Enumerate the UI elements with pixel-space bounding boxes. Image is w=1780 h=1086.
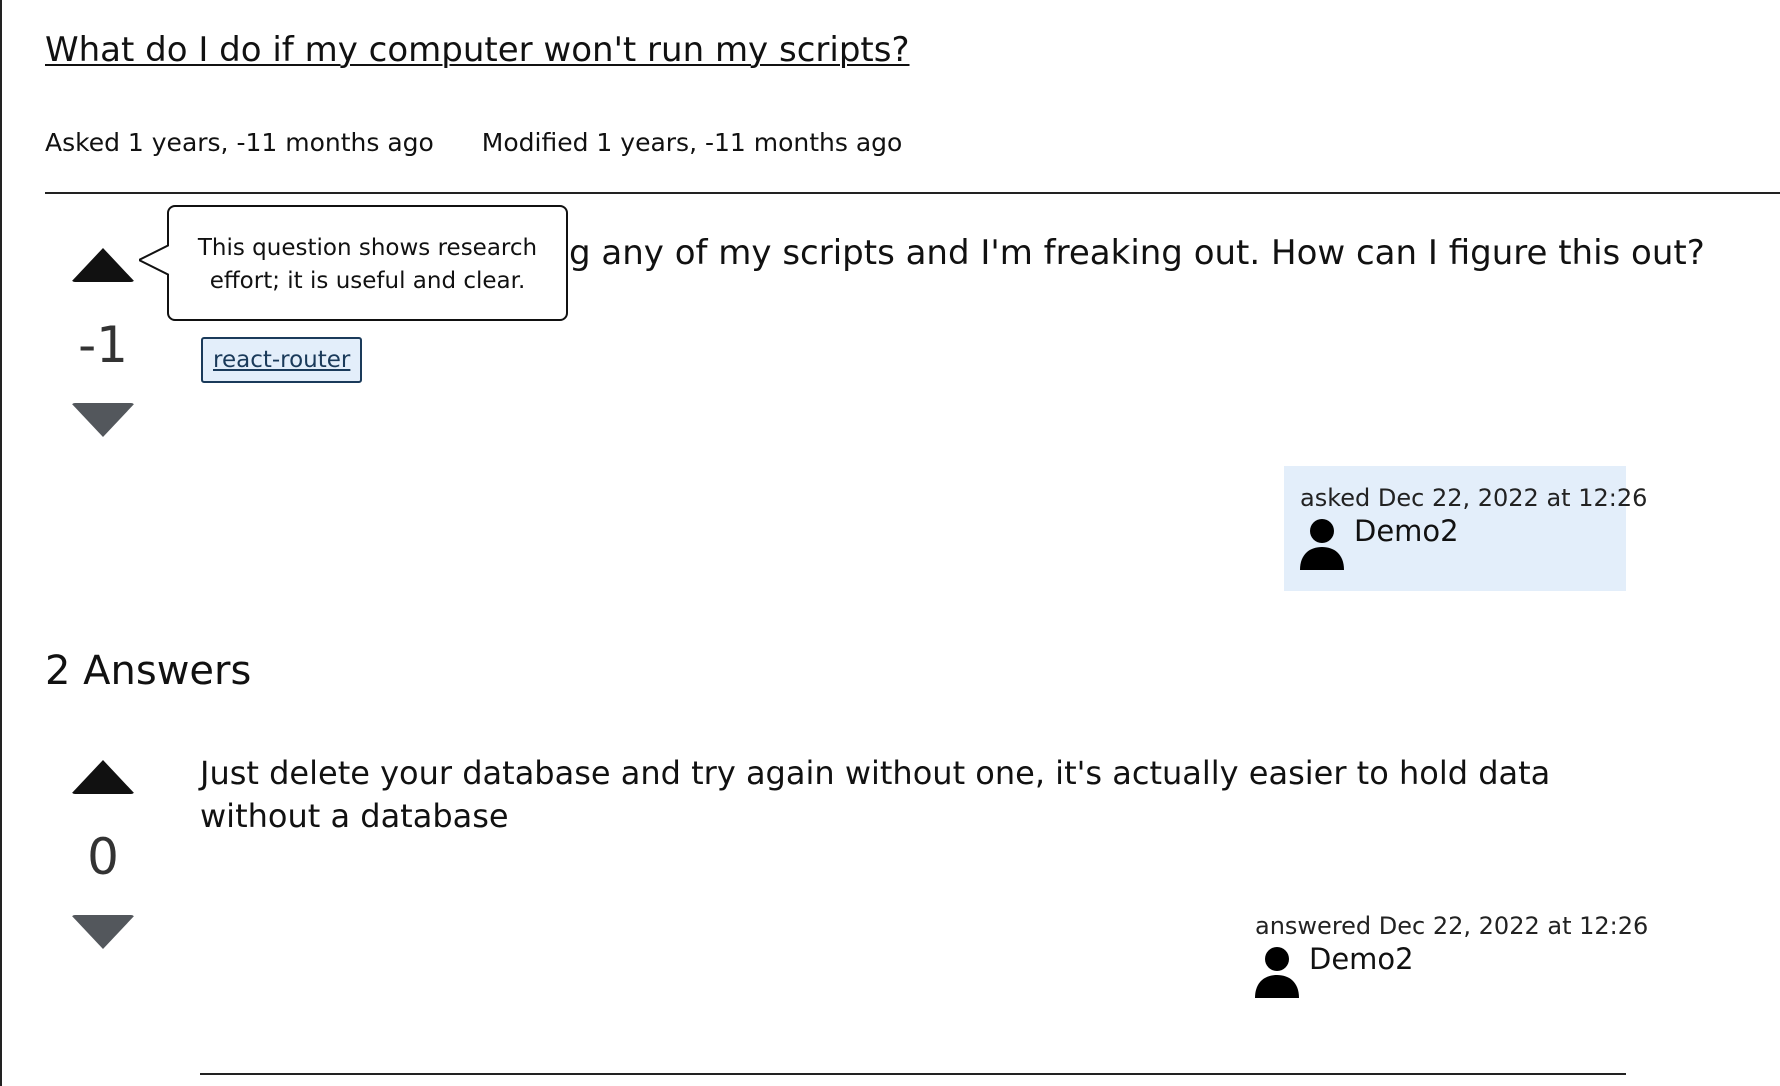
question-owner-time: asked Dec 22, 2022 at 12:26 xyxy=(1300,484,1648,512)
tooltip-arrow xyxy=(139,245,169,275)
answer-owner-user: Demo2 xyxy=(1255,942,1626,998)
tag-react-router[interactable]: react-router xyxy=(201,337,363,383)
upvote-icon[interactable] xyxy=(71,248,135,282)
modified-date: Modified 1 years, -11 months ago xyxy=(481,128,903,157)
downvote-icon[interactable] xyxy=(71,403,135,437)
user-avatar-icon xyxy=(1255,947,1299,998)
answer-owner-card: answered Dec 22, 2022 at 12:26 Demo2 xyxy=(1255,912,1649,1022)
downvote-icon[interactable] xyxy=(71,915,135,949)
upvote-tooltip: This question shows research effort; it … xyxy=(167,205,568,321)
header-divider xyxy=(45,192,1780,194)
answer-body: Just delete your database and try again … xyxy=(200,754,1551,835)
question-vote-column: -1 xyxy=(63,248,143,437)
question-page: What do I do if my computer won't run my… xyxy=(0,0,1780,1086)
question-body: g any of my scripts and I'm freaking out… xyxy=(569,233,1705,273)
question-owner-user: Demo2 xyxy=(1300,514,1610,570)
user-avatar-icon xyxy=(1300,519,1344,570)
answer-owner-time: answered Dec 22, 2022 at 12:26 xyxy=(1255,912,1649,940)
answers-heading: 2 Answers xyxy=(45,648,252,694)
answer-vote-column: 0 xyxy=(63,760,143,949)
answer-divider xyxy=(200,1073,1626,1075)
answer-owner-name[interactable]: Demo2 xyxy=(1309,942,1414,976)
question-meta: Asked 1 years, -11 months ago Modified 1… xyxy=(45,128,902,157)
question-owner-card: asked Dec 22, 2022 at 12:26 Demo2 xyxy=(1284,466,1648,591)
asked-date: Asked 1 years, -11 months ago xyxy=(45,128,434,157)
question-title[interactable]: What do I do if my computer won't run my… xyxy=(45,30,910,70)
upvote-icon[interactable] xyxy=(71,760,135,794)
answer-vote-count: 0 xyxy=(87,828,119,886)
question-owner-name[interactable]: Demo2 xyxy=(1354,514,1459,548)
question-vote-count: -1 xyxy=(78,316,128,374)
